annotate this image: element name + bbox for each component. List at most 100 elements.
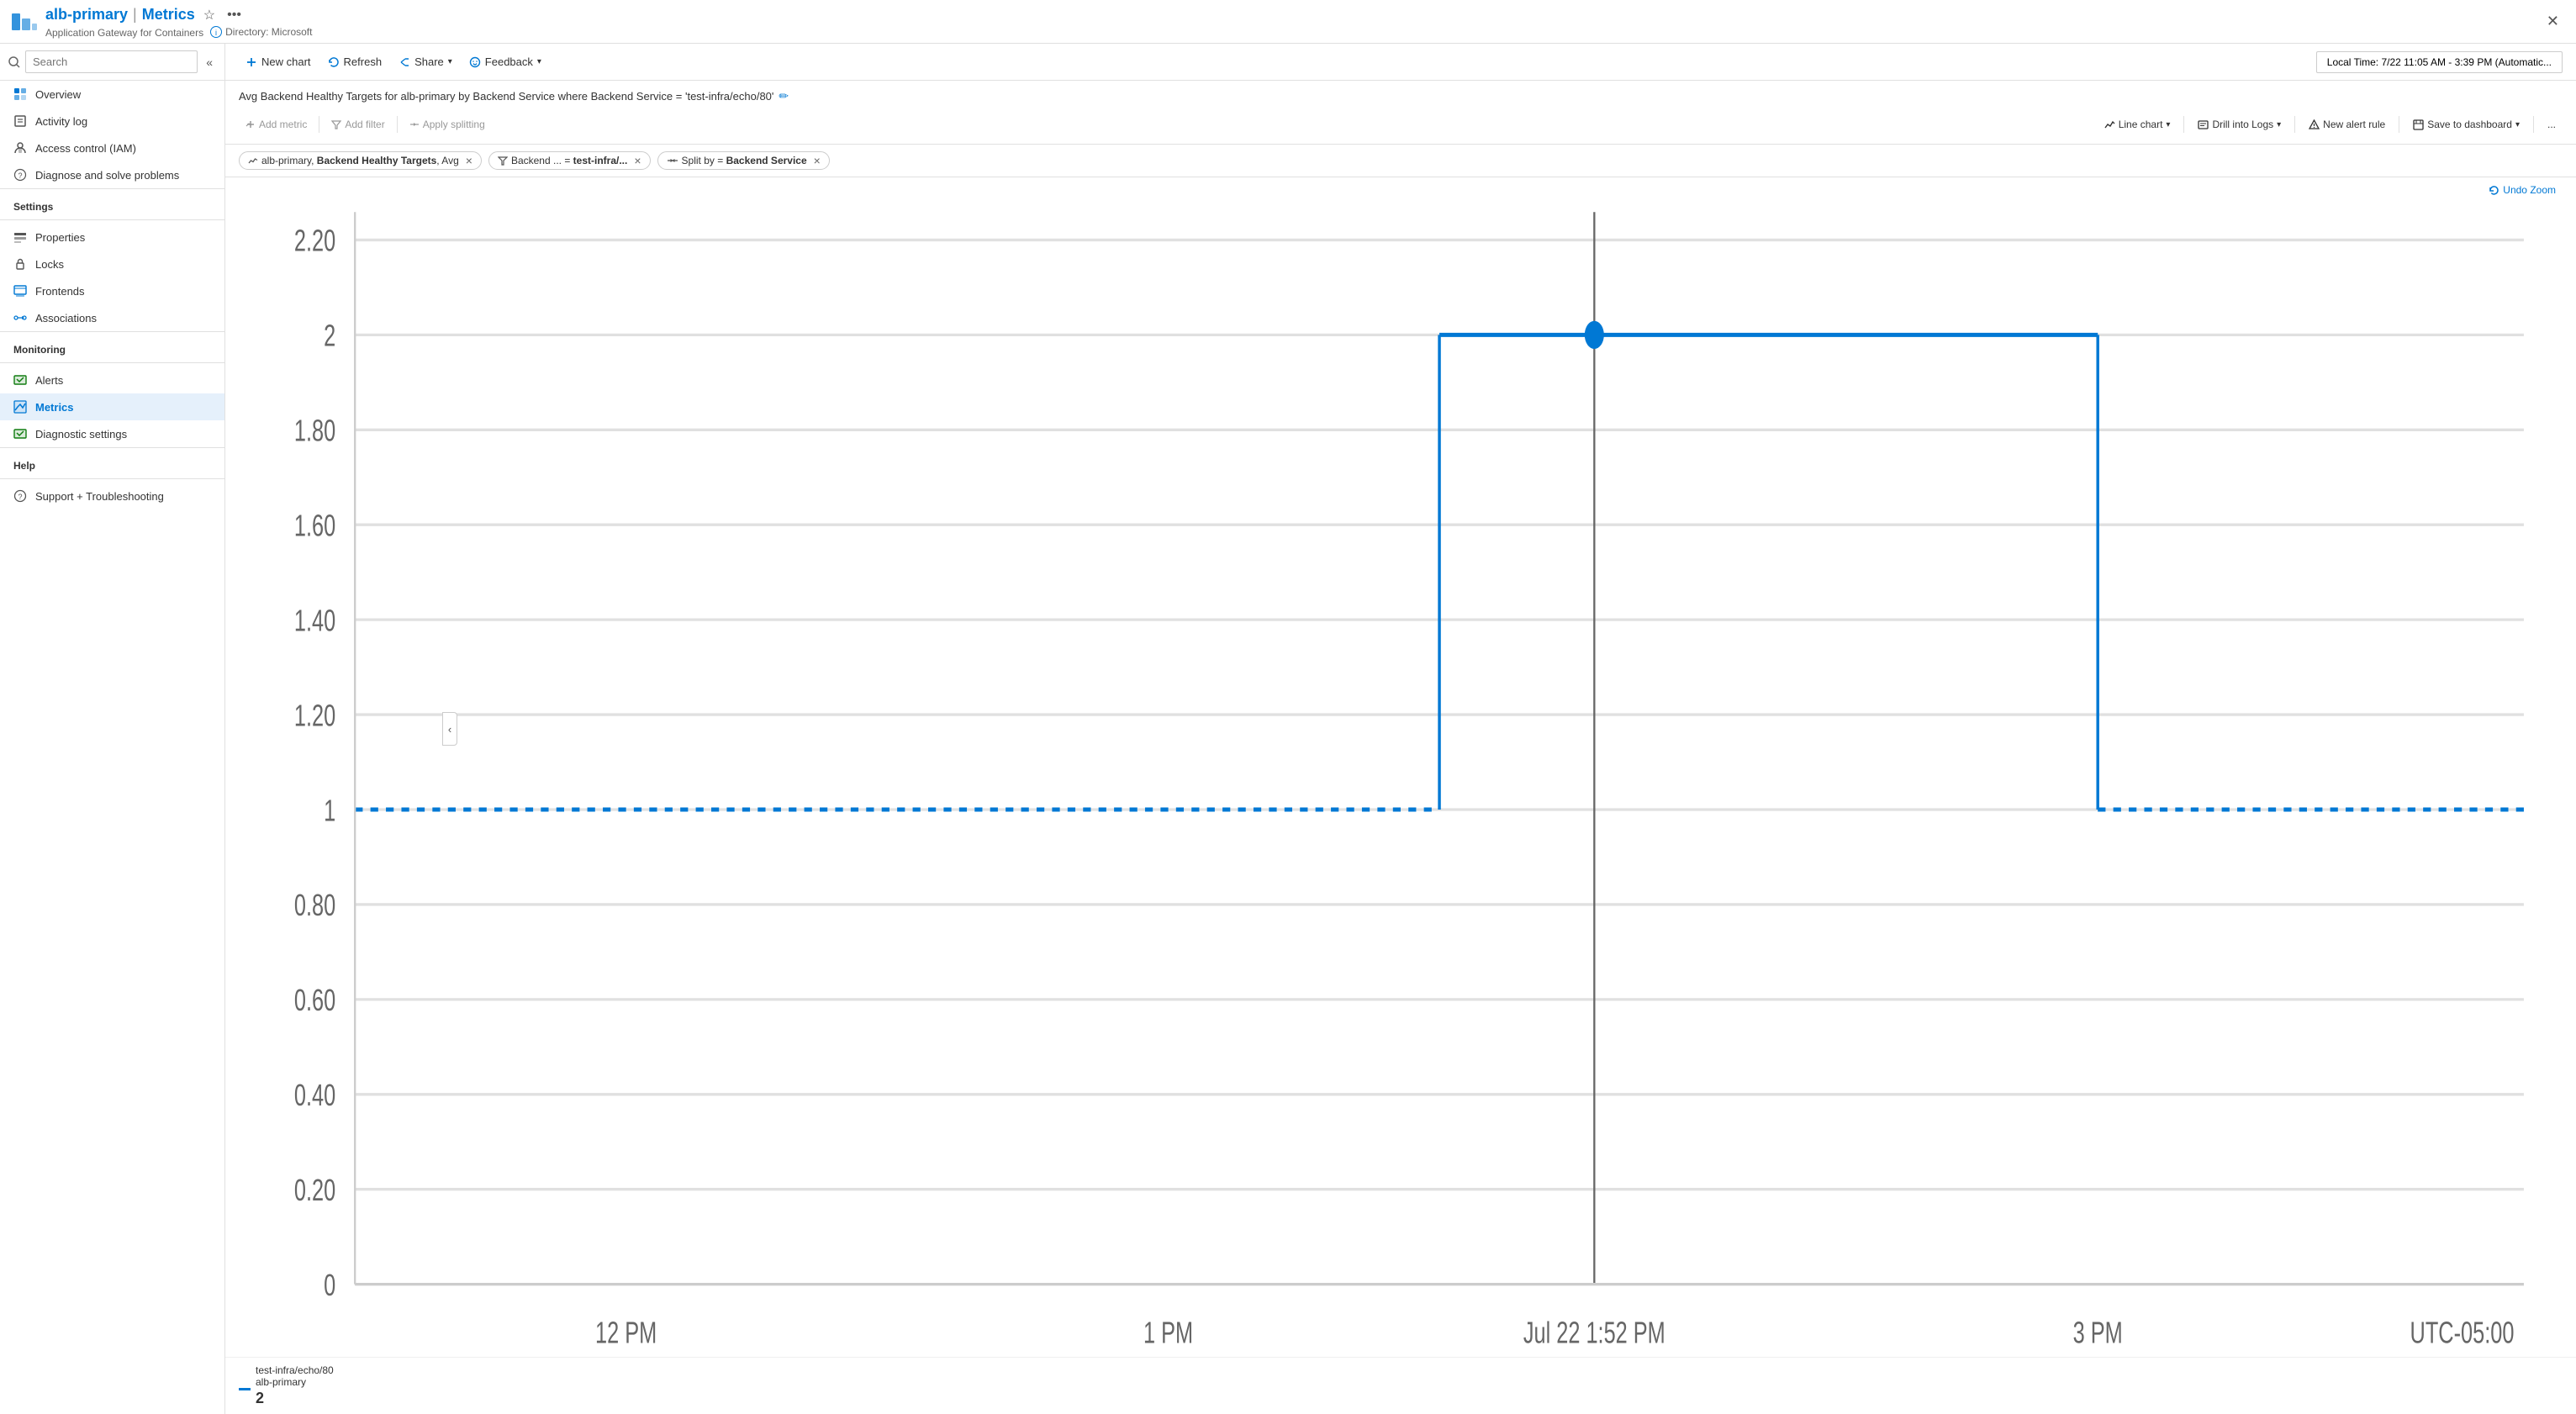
toolbar-left: New chart Refresh Share ▾	[239, 51, 548, 72]
refresh-icon	[328, 56, 340, 68]
app-name-group: alb-primary | Metrics ☆ ••• Application …	[45, 5, 312, 39]
sidebar-item-alerts-label: Alerts	[35, 374, 63, 387]
sidebar-item-locks[interactable]: Locks	[0, 251, 224, 277]
sidebar-item-diagnostic-settings[interactable]: Diagnostic settings	[0, 420, 224, 447]
sidebar-collapse-tab[interactable]: ‹	[442, 712, 457, 746]
share-dropdown-arrow: ▾	[448, 57, 452, 66]
save-to-dashboard-button[interactable]: Save to dashboard ▾	[2406, 115, 2526, 134]
search-bar: «	[0, 44, 224, 81]
refresh-label: Refresh	[344, 55, 383, 68]
sidebar-item-properties-label: Properties	[35, 231, 85, 244]
sidebar-item-activity-log[interactable]: Activity log	[0, 108, 224, 135]
content-area: New chart Refresh Share ▾	[225, 44, 2576, 1414]
favorite-button[interactable]: ☆	[200, 5, 219, 25]
share-button[interactable]: Share ▾	[392, 51, 459, 72]
sidebar-item-activity-log-label: Activity log	[35, 115, 87, 128]
svg-text:3 PM: 3 PM	[2073, 1316, 2123, 1350]
svg-text:0: 0	[324, 1268, 335, 1302]
main-layout: « Overview Activity l	[0, 44, 2576, 1414]
settings-section-header: Settings	[0, 188, 224, 216]
filter-chips-bar: alb-primary, Backend Healthy Targets, Av…	[225, 145, 2576, 177]
diagnostic-icon	[13, 427, 27, 441]
apply-splitting-button[interactable]: Apply splitting	[403, 115, 492, 134]
line-chart-button[interactable]: Line chart ▾	[2098, 115, 2177, 134]
svg-text:1.40: 1.40	[294, 604, 335, 638]
sidebar-item-frontends[interactable]: Frontends	[0, 277, 224, 304]
activity-log-icon	[13, 114, 27, 128]
new-alert-rule-button[interactable]: New alert rule	[2302, 115, 2392, 134]
metric-chip[interactable]: alb-primary, Backend Healthy Targets, Av…	[239, 151, 482, 170]
sidebar-item-support-label: Support + Troubleshooting	[35, 490, 164, 503]
svg-text:1.20: 1.20	[294, 699, 335, 733]
filter-chip-close[interactable]: ×	[634, 155, 641, 166]
chart-controls: Add metric Add filter	[239, 110, 2563, 139]
legend-color-swatch	[239, 1388, 251, 1390]
app-logo-icon	[10, 8, 37, 35]
metric-chip-close[interactable]: ×	[466, 155, 472, 166]
svg-text:12 PM: 12 PM	[595, 1316, 657, 1350]
legend-current-value: 2	[256, 1390, 334, 1407]
time-range-button[interactable]: Local Time: 7/22 11:05 AM - 3:39 PM (Aut…	[2316, 51, 2563, 73]
svg-text:2.20: 2.20	[294, 224, 335, 258]
iam-icon	[13, 141, 27, 155]
sidebar-item-diagnose[interactable]: ? Diagnose and solve problems	[0, 161, 224, 188]
share-icon	[399, 56, 410, 68]
feedback-button[interactable]: Feedback ▾	[462, 51, 548, 72]
sidebar-item-iam[interactable]: Access control (IAM)	[0, 135, 224, 161]
collapse-sidebar-button[interactable]: «	[203, 52, 216, 72]
search-icon	[8, 56, 20, 68]
new-chart-button[interactable]: New chart	[239, 51, 318, 72]
svg-text:UTC-05:00: UTC-05:00	[2410, 1316, 2515, 1350]
alerts-icon	[13, 373, 27, 387]
sidebar-item-overview[interactable]: Overview	[0, 81, 224, 108]
add-metric-icon	[245, 119, 256, 129]
svg-text:1: 1	[324, 794, 335, 828]
svg-text:Jul 22 1:52 PM: Jul 22 1:52 PM	[1523, 1316, 1665, 1350]
svg-text:2: 2	[324, 319, 335, 353]
ctrl-separator-6	[2533, 116, 2534, 133]
metrics-chart: 2.20 2 1.80 1.60 1.40 1.20 1 0.80 0.60 0…	[239, 184, 2563, 1357]
chart-legend: test-infra/echo/80 alb-primary 2	[225, 1357, 2576, 1414]
toolbar-right: Local Time: 7/22 11:05 AM - 3:39 PM (Aut…	[2316, 51, 2563, 73]
sidebar-item-properties[interactable]: Properties	[0, 224, 224, 251]
chart-title-edit-button[interactable]: ✏	[779, 89, 789, 103]
refresh-button[interactable]: Refresh	[321, 51, 389, 72]
filter-chip[interactable]: Backend ... = test-infra/... ×	[488, 151, 651, 170]
more-chart-options-button[interactable]: ...	[2541, 115, 2563, 134]
metric-chip-icon	[248, 156, 258, 166]
sidebar-item-metrics[interactable]: Metrics	[0, 393, 224, 420]
chart-svg-area: 2.20 2 1.80 1.60 1.40 1.20 1 0.80 0.60 0…	[225, 177, 2576, 1357]
new-alert-rule-label: New alert rule	[2323, 119, 2385, 130]
title-bar: alb-primary | Metrics ☆ ••• Application …	[0, 0, 2576, 44]
metric-chip-label: alb-primary, Backend Healthy Targets, Av…	[261, 155, 459, 166]
add-metric-label: Add metric	[259, 119, 307, 130]
search-input[interactable]	[25, 50, 198, 73]
sidebar-item-alerts[interactable]: Alerts	[0, 367, 224, 393]
ctrl-separator-2	[397, 116, 398, 133]
properties-icon	[13, 230, 27, 244]
title-separator: |	[133, 6, 137, 24]
add-filter-button[interactable]: Add filter	[325, 115, 391, 134]
chart-title-text: Avg Backend Healthy Targets for alb-prim…	[239, 90, 773, 103]
close-button[interactable]: ✕	[2540, 9, 2566, 34]
more-options-button[interactable]: •••	[224, 6, 245, 24]
legend-item: test-infra/echo/80 alb-primary 2	[239, 1364, 2563, 1407]
sidebar-item-support[interactable]: ? Support + Troubleshooting	[0, 483, 224, 509]
add-metric-button[interactable]: Add metric	[239, 115, 314, 134]
chart-header: Avg Backend Healthy Targets for alb-prim…	[225, 81, 2576, 145]
sidebar-item-diagnostic-settings-label: Diagnostic settings	[35, 428, 127, 441]
ctrl-separator-3	[2183, 116, 2184, 133]
new-alert-icon	[2309, 119, 2320, 130]
drill-into-logs-button[interactable]: Drill into Logs ▾	[2191, 115, 2288, 134]
locks-icon	[13, 257, 27, 271]
main-toolbar: New chart Refresh Share ▾	[225, 44, 2576, 81]
svg-text:0.20: 0.20	[294, 1173, 335, 1207]
add-filter-icon	[331, 119, 341, 129]
sidebar-item-associations[interactable]: Associations	[0, 304, 224, 331]
split-chip[interactable]: Split by = Backend Service ×	[657, 151, 830, 170]
svg-text:1.80: 1.80	[294, 414, 335, 448]
split-chip-close[interactable]: ×	[814, 155, 821, 166]
feedback-label: Feedback	[485, 55, 533, 68]
apply-splitting-label: Apply splitting	[423, 119, 485, 130]
more-chart-options-label: ...	[2547, 119, 2556, 130]
